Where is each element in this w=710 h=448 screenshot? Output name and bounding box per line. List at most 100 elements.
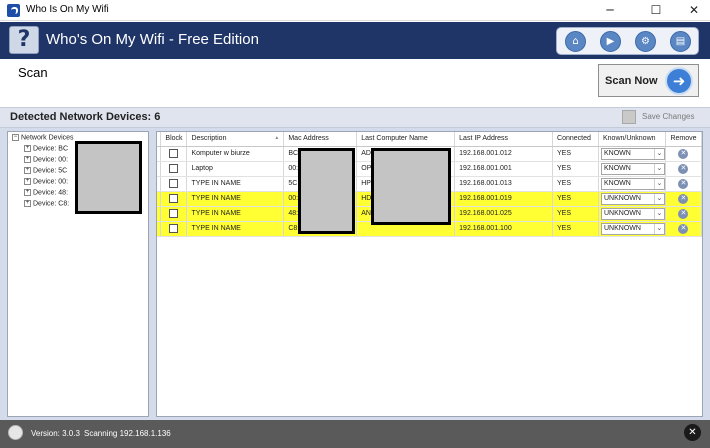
window-title: Who Is On My Wifi (26, 4, 109, 15)
play-icon[interactable]: ▶ (600, 31, 621, 52)
chevron-down-icon: ⌄ (653, 163, 664, 174)
block-cell (160, 191, 188, 207)
tree-item[interactable]: + Device: 5C (24, 167, 67, 178)
status-orb-icon (8, 425, 23, 440)
remove-icon[interactable]: ✕ (678, 178, 689, 189)
scanning-status: Scanning 192.168.1.136 (84, 429, 171, 438)
connected-cell: YES (552, 176, 599, 192)
tree-item[interactable]: + Device: 00: (24, 178, 68, 189)
title-bar: Who Is On My Wifi ─ ☐ ✕ (0, 0, 710, 21)
col-description[interactable]: Description ▲ (186, 132, 285, 147)
block-cell (160, 146, 188, 162)
description-cell[interactable]: Laptop (186, 161, 285, 177)
known-cell: KNOWN ⌄ (598, 161, 666, 177)
scan-title: Scan (18, 65, 48, 80)
known-cell: UNKNOWN ⌄ (598, 206, 666, 222)
close-window-button[interactable]: ✕ (680, 0, 708, 21)
connected-cell: YES (552, 161, 599, 177)
document-icon[interactable]: ▤ (670, 31, 691, 52)
block-checkbox[interactable] (169, 209, 179, 218)
sort-asc-icon: ▲ (274, 135, 280, 142)
col-computer[interactable]: Last Computer Name (356, 132, 456, 147)
description-cell[interactable]: TYPE IN NAME (186, 206, 285, 222)
col-ip[interactable]: Last IP Address (454, 132, 554, 147)
ip-cell: 192.168.001.013 (454, 176, 554, 192)
scan-now-label: Scan Now (605, 75, 658, 87)
connected-cell: YES (552, 206, 599, 222)
device-tree: − Network Devices + Device: BC + Device: 00… (7, 131, 149, 417)
ip-cell: 192.168.001.019 (454, 191, 554, 207)
redaction-box (298, 148, 355, 234)
device-count: Detected Network Devices: 6 (10, 111, 161, 123)
remove-icon[interactable]: ✕ (678, 208, 689, 219)
block-checkbox[interactable] (169, 224, 179, 233)
app-icon (7, 4, 20, 17)
tree-item[interactable]: + Device: C8: (24, 200, 69, 211)
help-logo-icon: ? (9, 26, 39, 54)
block-checkbox[interactable] (169, 194, 179, 203)
tree-item[interactable]: + Device: BC (24, 145, 68, 156)
main-body: − Network Devices + Device: BC + Device: 00… (0, 128, 710, 420)
status-bar: Version: 3.0.3 Scanning 192.168.1.136 ✕ (0, 420, 710, 448)
save-icon (622, 110, 636, 124)
block-checkbox[interactable] (169, 179, 179, 188)
app-window: Who Is On My Wifi ─ ☐ ✕ ? Who's On My Wi… (0, 0, 710, 448)
known-select[interactable]: UNKNOWN ⌄ (600, 192, 665, 205)
minimize-button[interactable]: ─ (596, 0, 624, 21)
remove-cell: ✕ (665, 206, 703, 222)
maximize-button[interactable]: ☐ (642, 0, 670, 21)
col-mac[interactable]: Mac Address (283, 132, 358, 147)
known-select[interactable]: KNOWN ⌄ (600, 177, 665, 190)
remove-cell: ✕ (665, 176, 703, 192)
devices-subheader: Detected Network Devices: 6 Save Changes (0, 107, 710, 128)
chevron-down-icon: ⌄ (653, 223, 664, 234)
block-checkbox[interactable] (169, 149, 179, 158)
connected-cell: YES (552, 191, 599, 207)
app-name: Who's On My Wifi - Free Edition (46, 31, 259, 48)
remove-icon[interactable]: ✕ (678, 223, 689, 234)
description-cell[interactable]: TYPE IN NAME (186, 191, 285, 207)
known-select[interactable]: UNKNOWN ⌄ (600, 207, 665, 220)
col-block[interactable]: Block (160, 132, 188, 147)
col-known[interactable]: Known/Unknown (598, 132, 666, 147)
chevron-down-icon: ⌄ (653, 178, 664, 189)
known-select[interactable]: UNKNOWN ⌄ (600, 222, 665, 235)
tree-item[interactable]: + Device: 48: (24, 189, 68, 200)
col-remove[interactable]: Remove (665, 132, 703, 147)
chevron-down-icon: ⌄ (653, 208, 664, 219)
remove-icon[interactable]: ✕ (678, 163, 689, 174)
block-checkbox[interactable] (169, 164, 179, 173)
known-cell: UNKNOWN ⌄ (598, 191, 666, 207)
arrow-right-icon: ➜ (665, 67, 693, 95)
connected-cell: YES (552, 146, 599, 162)
exit-button[interactable]: ✕ (684, 424, 701, 441)
gear-icon[interactable]: ⚙ (635, 31, 656, 52)
remove-icon[interactable]: ✕ (678, 193, 689, 204)
known-select[interactable]: KNOWN ⌄ (600, 147, 665, 160)
description-cell[interactable]: Komputer w biurze (186, 146, 285, 162)
block-cell (160, 221, 188, 237)
version-text: Version: 3.0.3 (31, 429, 80, 438)
col-connected[interactable]: Connected (552, 132, 599, 147)
scan-now-button[interactable]: Scan Now ➜ (598, 64, 699, 97)
known-cell: UNKNOWN ⌄ (598, 221, 666, 237)
remove-cell: ✕ (665, 161, 703, 177)
home-icon[interactable]: ⌂ (565, 31, 586, 52)
ip-cell: 192.168.001.025 (454, 206, 554, 222)
tree-root[interactable]: − Network Devices (12, 134, 74, 145)
scan-panel: Scan Scan Now ➜ (0, 59, 710, 107)
description-cell[interactable]: TYPE IN NAME (186, 221, 285, 237)
table-header: Block Description ▲ Mac Address Last Comp… (157, 132, 703, 147)
ip-cell: 192.168.001.100 (454, 221, 554, 237)
redaction-box (371, 148, 451, 225)
block-cell (160, 206, 188, 222)
remove-icon[interactable]: ✕ (678, 148, 689, 159)
redaction-box (75, 141, 142, 214)
known-select[interactable]: KNOWN ⌄ (600, 162, 665, 175)
app-header: ? Who's On My Wifi - Free Edition ⌂ ▶ ⚙ … (0, 22, 710, 59)
remove-cell: ✕ (665, 146, 703, 162)
tree-item[interactable]: + Device: 00: (24, 156, 68, 167)
description-cell[interactable]: TYPE IN NAME (186, 176, 285, 192)
header-nav: ⌂ ▶ ⚙ ▤ (556, 27, 699, 55)
block-cell (160, 176, 188, 192)
